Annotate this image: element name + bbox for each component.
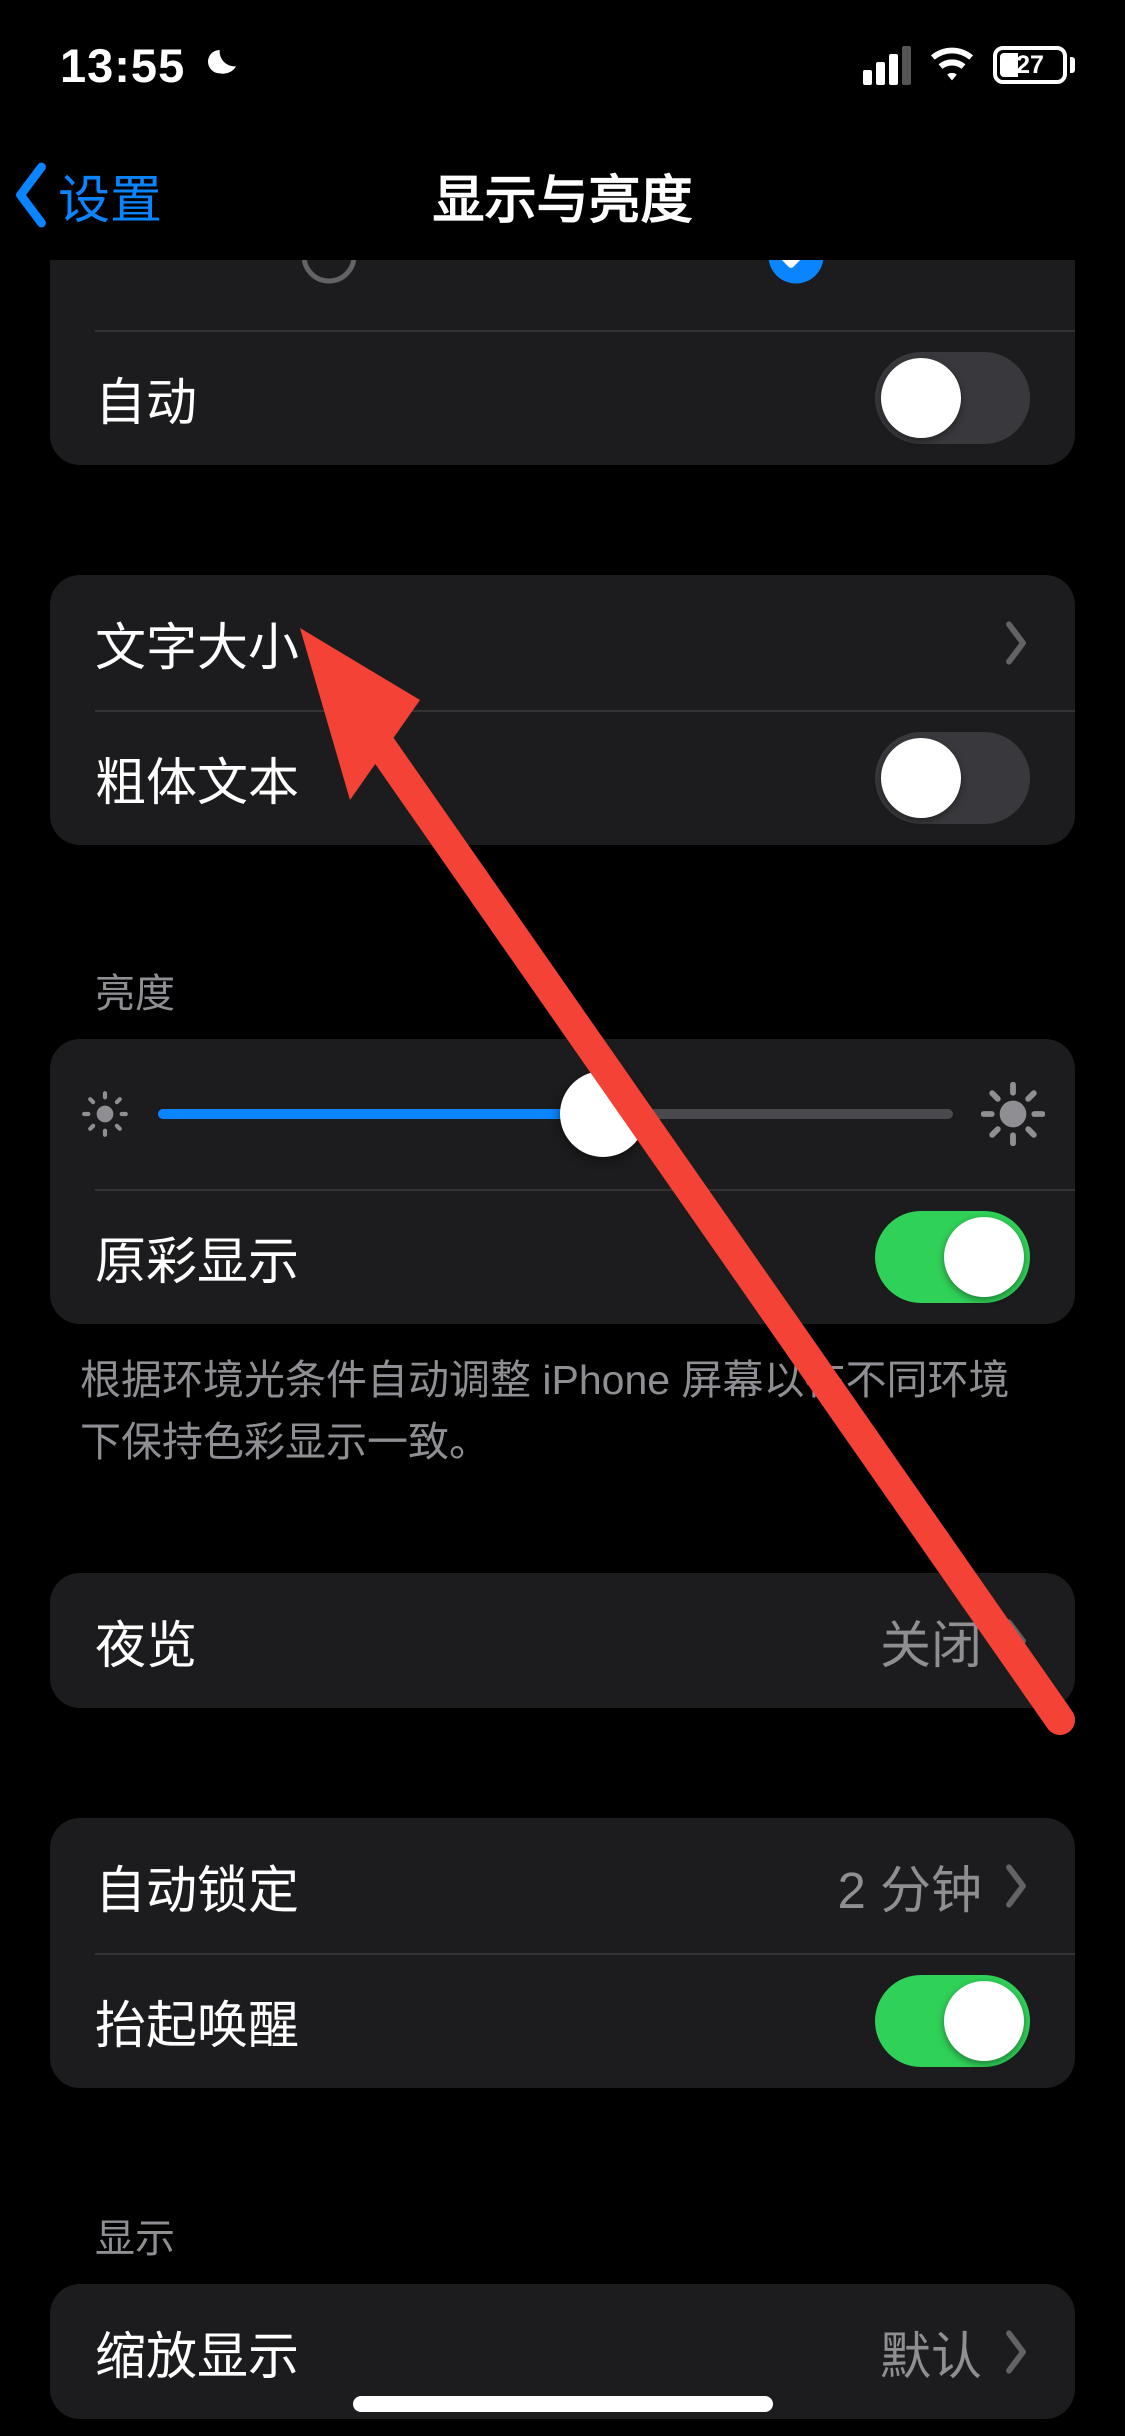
group-night-shift: 夜览 关闭 bbox=[50, 1573, 1075, 1708]
auto-lock-label: 自动锁定 bbox=[95, 1849, 299, 1923]
nav-bar: 设置 显示与亮度 bbox=[0, 130, 1125, 260]
raise-to-wake-toggle[interactable] bbox=[875, 1975, 1030, 2067]
true-tone-toggle[interactable] bbox=[875, 1211, 1030, 1303]
back-label: 设置 bbox=[58, 158, 162, 233]
row-raise-to-wake[interactable]: 抬起唤醒 bbox=[50, 1953, 1075, 2088]
bold-text-toggle[interactable] bbox=[875, 732, 1030, 824]
row-bold-text[interactable]: 粗体文本 bbox=[50, 710, 1075, 845]
section-header-display: 显示 bbox=[95, 2206, 1030, 2264]
section-header-brightness: 亮度 bbox=[95, 961, 1030, 1019]
group-brightness: 原彩显示 bbox=[50, 1039, 1075, 1324]
back-button[interactable]: 设置 bbox=[0, 158, 162, 233]
chevron-right-icon bbox=[1002, 2328, 1030, 2376]
brightness-slider[interactable] bbox=[158, 1109, 953, 1119]
chevron-right-icon bbox=[1002, 1862, 1030, 1910]
display-zoom-label: 缩放显示 bbox=[95, 2315, 299, 2389]
chevron-left-icon bbox=[10, 159, 52, 231]
group-appearance: 自动 bbox=[50, 260, 1075, 465]
row-auto-lock[interactable]: 自动锁定 2 分钟 bbox=[50, 1818, 1075, 1953]
sun-large-icon bbox=[981, 1082, 1045, 1146]
chevron-right-icon bbox=[1002, 619, 1030, 667]
row-text-size[interactable]: 文字大小 bbox=[50, 575, 1075, 710]
status-bar: 13:55 27 bbox=[0, 0, 1125, 130]
row-true-tone[interactable]: 原彩显示 bbox=[50, 1189, 1075, 1324]
chevron-right-icon bbox=[1002, 1617, 1030, 1665]
true-tone-label: 原彩显示 bbox=[95, 1220, 299, 1294]
radio-selected-icon bbox=[766, 260, 826, 286]
dnd-moon-icon bbox=[201, 45, 241, 85]
appearance-selector-cutoff bbox=[50, 260, 1075, 330]
auto-appearance-toggle[interactable] bbox=[875, 352, 1030, 444]
status-left: 13:55 bbox=[60, 38, 241, 93]
radio-unselected-icon bbox=[299, 260, 359, 286]
row-brightness-slider[interactable] bbox=[50, 1039, 1075, 1189]
row-auto-appearance[interactable]: 自动 bbox=[50, 330, 1075, 465]
sun-small-icon bbox=[80, 1089, 130, 1139]
cellular-signal-icon bbox=[863, 46, 911, 85]
bold-text-label: 粗体文本 bbox=[95, 741, 299, 815]
screen: 13:55 27 设置 显示与亮度 bbox=[0, 0, 1125, 2436]
battery-icon: 27 bbox=[993, 46, 1075, 84]
wifi-icon bbox=[929, 42, 975, 88]
status-time: 13:55 bbox=[60, 38, 185, 93]
raise-to-wake-label: 抬起唤醒 bbox=[95, 1984, 299, 2058]
row-night-shift[interactable]: 夜览 关闭 bbox=[50, 1573, 1075, 1708]
auto-lock-value: 2 分钟 bbox=[837, 1849, 1002, 1923]
content[interactable]: 自动 文字大小 粗体文本 亮度 bbox=[0, 260, 1125, 2436]
group-text: 文字大小 粗体文本 bbox=[50, 575, 1075, 845]
auto-appearance-label: 自动 bbox=[95, 361, 197, 435]
home-indicator[interactable] bbox=[353, 2396, 773, 2412]
status-right: 27 bbox=[863, 42, 1075, 88]
page-title: 显示与亮度 bbox=[0, 158, 1125, 233]
night-shift-value: 关闭 bbox=[880, 1604, 1002, 1678]
night-shift-label: 夜览 bbox=[95, 1604, 197, 1678]
text-size-label: 文字大小 bbox=[95, 606, 299, 680]
display-zoom-value: 默认 bbox=[880, 2315, 1002, 2389]
group-autolock: 自动锁定 2 分钟 抬起唤醒 bbox=[50, 1818, 1075, 2088]
section-footer-brightness: 根据环境光条件自动调整 iPhone 屏幕以在不同环境下保持色彩显示一致。 bbox=[80, 1350, 1045, 1473]
